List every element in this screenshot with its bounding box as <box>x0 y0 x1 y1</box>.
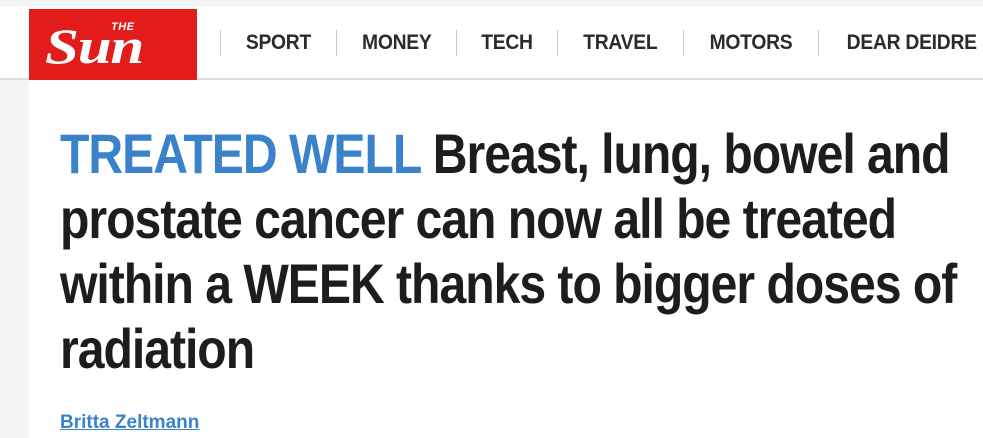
article-headline: TREATED WELL Breast, lung, bowel and pro… <box>60 121 983 381</box>
nav-link-tech[interactable]: TECH <box>461 31 553 55</box>
nav-item-sport: SPORT <box>220 6 336 80</box>
nav-divider <box>682 30 684 56</box>
nav-item-dear-deidre: DEAR DEIDRE <box>817 6 983 80</box>
nav-item-tech: TECH <box>456 6 557 80</box>
nav-item-motors: MOTORS <box>682 6 818 80</box>
nav-divider <box>456 30 458 56</box>
nav-link-money[interactable]: MONEY <box>342 31 452 55</box>
nav-link-travel[interactable]: TRAVEL <box>563 31 678 55</box>
headline-text: TREATED WELL Breast, lung, bowel and pro… <box>60 121 983 381</box>
nav-link-dear-deidre[interactable]: DEAR DEIDRE <box>826 31 983 55</box>
logo-main-text: Sun <box>45 18 144 74</box>
site-header: THE Sun SPORT MONEY TECH TRAVEL MOTORS D… <box>0 0 983 80</box>
author-byline-link[interactable]: Britta Zeltmann <box>60 412 199 434</box>
nav-item-money: MONEY <box>335 6 457 80</box>
nav-link-sport[interactable]: SPORT <box>226 31 332 55</box>
the-sun-logo[interactable]: THE Sun <box>29 9 197 80</box>
page: THE Sun SPORT MONEY TECH TRAVEL MOTORS D… <box>0 0 983 438</box>
nav-item-travel: TRAVEL <box>557 6 683 80</box>
headline-kicker: TREATED WELL <box>60 122 421 185</box>
nav-divider <box>220 30 221 56</box>
main-nav: SPORT MONEY TECH TRAVEL MOTORS DEAR DEID… <box>220 6 983 80</box>
nav-link-motors[interactable]: MOTORS <box>689 31 812 55</box>
nav-divider <box>817 30 819 56</box>
nav-divider <box>557 30 559 56</box>
article: TREATED WELL Breast, lung, bowel and pro… <box>29 80 983 438</box>
nav-divider <box>335 30 337 56</box>
